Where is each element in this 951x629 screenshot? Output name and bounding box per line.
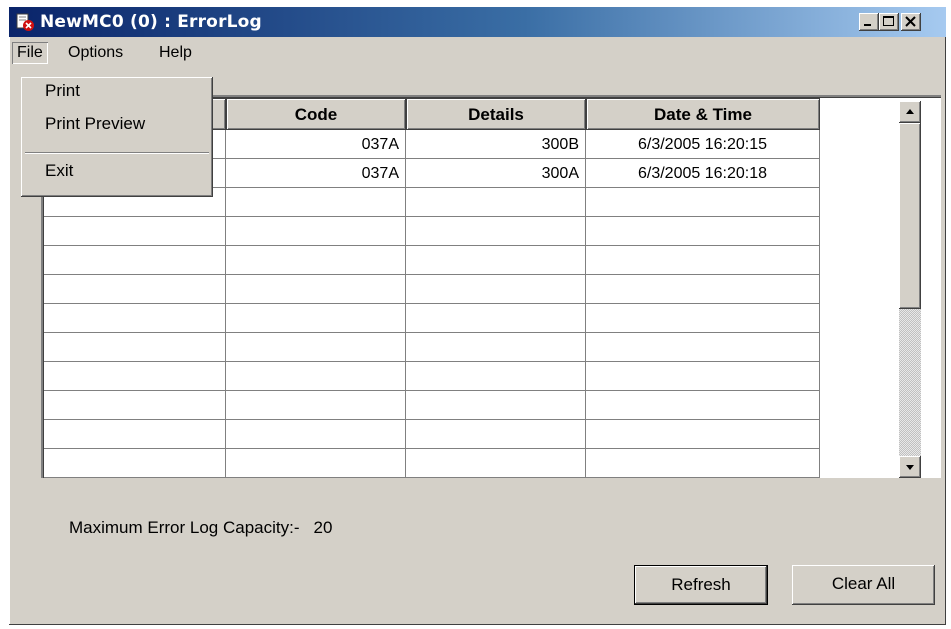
table-cell [586, 391, 820, 420]
maximize-button[interactable] [879, 13, 899, 31]
refresh-button[interactable]: Refresh [634, 565, 768, 605]
table-cell [586, 188, 820, 217]
menu-separator [25, 152, 209, 154]
table-cell [406, 217, 586, 246]
table-cell [586, 304, 820, 333]
table-cell [586, 362, 820, 391]
table-cell [586, 217, 820, 246]
table-cell [406, 246, 586, 275]
table-cell [406, 304, 586, 333]
table-cell [44, 333, 226, 362]
maximize-icon [883, 16, 894, 26]
table-cell [406, 275, 586, 304]
table-cell-code: 037A [226, 130, 406, 159]
table-row[interactable] [44, 217, 822, 246]
error-log-icon [16, 13, 35, 32]
table-cell [586, 246, 820, 275]
column-header-code[interactable]: Code [226, 98, 406, 130]
table-cell [44, 420, 226, 449]
menu-help[interactable]: Help [154, 42, 197, 64]
table-row[interactable] [44, 246, 822, 275]
table-cell [44, 217, 226, 246]
scroll-up-button[interactable] [899, 101, 921, 123]
table-row[interactable] [44, 275, 822, 304]
table-cell [226, 246, 406, 275]
title-bar[interactable]: NewMC0 (0) : ErrorLog [9, 7, 946, 37]
table-row[interactable] [44, 304, 822, 333]
table-row[interactable] [44, 449, 822, 478]
capacity-info: Maximum Error Log Capacity:- 20 [69, 518, 332, 538]
column-header-datetime[interactable]: Date & Time [586, 98, 820, 130]
table-cell [586, 333, 820, 362]
table-cell [406, 188, 586, 217]
close-button[interactable] [901, 13, 921, 31]
menu-item-print-preview[interactable]: Print Preview [45, 114, 145, 134]
window-title: NewMC0 (0) : ErrorLog [40, 12, 262, 32]
table-row[interactable] [44, 362, 822, 391]
table-cell-details: 300A [406, 159, 586, 188]
scrollbar-thumb[interactable] [899, 123, 921, 309]
table-cell [44, 362, 226, 391]
column-header-details[interactable]: Details [406, 98, 586, 130]
table-cell [226, 420, 406, 449]
table-row[interactable] [44, 420, 822, 449]
table-cell [226, 304, 406, 333]
table-row[interactable] [44, 333, 822, 362]
menu-item-print[interactable]: Print [45, 81, 80, 101]
clear-all-button[interactable]: Clear All [792, 565, 935, 605]
close-icon [905, 16, 916, 27]
menu-item-exit[interactable]: Exit [45, 161, 73, 181]
table-row[interactable] [44, 391, 822, 420]
table-cell [226, 188, 406, 217]
menu-file[interactable]: File [12, 42, 48, 64]
table-cell [226, 449, 406, 478]
table-cell [406, 333, 586, 362]
capacity-value: 20 [313, 518, 333, 537]
minimize-button[interactable] [859, 13, 879, 31]
table-cell [586, 420, 820, 449]
table-cell [406, 391, 586, 420]
table-cell [226, 333, 406, 362]
table-cell [44, 246, 226, 275]
table-cell [586, 449, 820, 478]
minimize-icon [864, 24, 871, 26]
scroll-down-button[interactable] [899, 456, 921, 478]
arrow-down-icon [906, 465, 914, 470]
table-cell [226, 362, 406, 391]
table-cell [406, 449, 586, 478]
menu-options[interactable]: Options [63, 42, 128, 64]
error-log-window: NewMC0 (0) : ErrorLog File Options Help … [9, 7, 946, 625]
table-cell [226, 217, 406, 246]
arrow-up-icon [906, 109, 914, 114]
table-cell [44, 275, 226, 304]
table-cell [226, 391, 406, 420]
vertical-scrollbar[interactable] [899, 101, 921, 478]
table-cell [44, 449, 226, 478]
table-cell [406, 420, 586, 449]
table-cell [406, 362, 586, 391]
table-cell [44, 391, 226, 420]
table-cell-datetime: 6/3/2005 16:20:15 [586, 130, 820, 159]
table-cell-datetime: 6/3/2005 16:20:18 [586, 159, 820, 188]
table-cell-details: 300B [406, 130, 586, 159]
table-cell [226, 275, 406, 304]
table-cell [586, 275, 820, 304]
capacity-label: Maximum Error Log Capacity:- [69, 518, 300, 537]
menu-bar: File Options Help [9, 40, 946, 66]
file-menu-dropdown: Print Print Preview Exit [21, 77, 213, 197]
table-cell [44, 304, 226, 333]
table-cell-code: 037A [226, 159, 406, 188]
